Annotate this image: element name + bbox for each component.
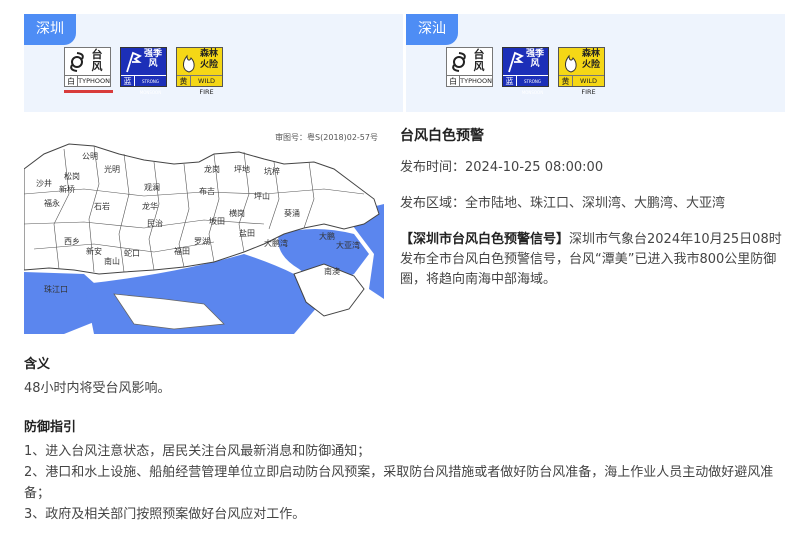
- guide-heading: 防御指引: [24, 420, 77, 435]
- icon-en: STRONG MONSOON: [521, 79, 544, 95]
- warning-icons: 台风 白 TYPHOON 强季风 蓝 STRONG MONSOON 森林火险 黄 WI…: [64, 47, 223, 96]
- typhoon-white-icon[interactable]: 台风 白 TYPHOON: [446, 47, 493, 87]
- guide-item: 1、进入台风注意状态，居民关注台风最新消息和防御通知；: [24, 444, 371, 459]
- icon-en: TYPHOON: [460, 77, 492, 85]
- publish-area-label: 发布区域：: [400, 196, 466, 211]
- warning-detail: 台风白色预警 发布时间：2024-10-25 08:00:00 发布区域：全市陆…: [400, 126, 788, 290]
- svg-text:松岗: 松岗: [64, 171, 80, 181]
- guide-item: 3、政府及相关部门按照预案做好台风应对工作。: [24, 507, 306, 522]
- icon-label: 强季风: [525, 49, 544, 69]
- icon-en: WILD FIRE: [198, 77, 215, 96]
- icon-label: 台风: [473, 48, 485, 73]
- svg-text:坑梓: 坑梓: [264, 166, 280, 176]
- region-panel-shenzhen: 深圳 台风 白 TYPHOON 强季风 蓝 STRONG MONSOON 森林火险 …: [24, 14, 403, 112]
- svg-text:盐田: 盐田: [239, 228, 255, 238]
- svg-text:布吉: 布吉: [199, 186, 215, 196]
- wind-flag-icon: [508, 51, 524, 73]
- svg-text:大亚湾: 大亚湾: [336, 240, 360, 250]
- svg-text:观澜: 观澜: [144, 183, 160, 192]
- svg-text:蛇口: 蛇口: [124, 248, 140, 258]
- icon-level: 白: [65, 76, 79, 86]
- svg-text:大鹏: 大鹏: [319, 231, 335, 241]
- icon-en: WILD FIRE: [580, 77, 597, 96]
- meaning-heading: 含义: [24, 357, 51, 372]
- warning-title: 台风白色预警: [400, 128, 484, 144]
- publish-area-row: 发布区域：全市陆地、珠江口、深圳湾、大鹏湾、大亚湾: [400, 194, 788, 214]
- meaning-section: 含义 48小时内将受台风影响。: [24, 354, 784, 399]
- guide-item: 2、港口和水上设施、船舶经营管理单位立即启动防台风预案，采取防台风措施或者做好防…: [24, 465, 774, 501]
- publish-area-value: 全市陆地、珠江口、深圳湾、大鹏湾、大亚湾: [465, 196, 726, 211]
- svg-text:罗湖: 罗湖: [194, 237, 210, 246]
- svg-text:光明: 光明: [104, 164, 120, 174]
- publish-time-label: 发布时间：: [400, 160, 466, 175]
- typhoon-spiral-icon: [452, 52, 466, 72]
- icon-label: 森林火险: [581, 49, 600, 70]
- svg-text:石岩: 石岩: [94, 201, 110, 211]
- flame-icon: [183, 54, 195, 73]
- meaning-text: 48小时内将受台风影响。: [24, 381, 171, 396]
- svg-text:龙华: 龙华: [142, 201, 158, 211]
- icon-en: TYPHOON: [78, 77, 110, 85]
- icon-label: 森林火险: [199, 49, 218, 70]
- shenzhen-map: 公明光明 沙井松岗 新桥福永 石岩观澜 龙华民治 西乡新安 南山蛇口 福田罗湖 …: [24, 143, 384, 334]
- warning-area-map[interactable]: 公明 光明 沙井 松岗 新桥 福永 石岩 观澜 龙华 民治 西乡 新安 南山 蛇口 福田 罗湖 …: [24, 124, 384, 334]
- active-icon-underline: [64, 90, 113, 93]
- svg-text:沙井: 沙井: [36, 178, 52, 188]
- svg-text:横岗: 横岗: [229, 208, 245, 218]
- forest-fire-yellow-icon[interactable]: 森林火险 黄 WILD FIRE: [558, 47, 605, 96]
- svg-text:葵涌: 葵涌: [284, 208, 300, 218]
- icon-level: 白: [447, 76, 461, 86]
- svg-text:新安: 新安: [86, 246, 102, 256]
- flame-icon: [565, 54, 577, 73]
- guide-section: 防御指引 1、进入台风注意状态，居民关注台风最新消息和防御通知； 2、港口和水上…: [24, 417, 784, 525]
- svg-text:南澳: 南澳: [324, 266, 340, 276]
- svg-text:坂田: 坂田: [209, 216, 225, 226]
- svg-text:珠江口: 珠江口: [44, 284, 68, 294]
- icon-level: 蓝: [121, 76, 135, 86]
- typhoon-white-icon[interactable]: 台风 白 TYPHOON: [64, 47, 111, 87]
- wind-flag-icon: [126, 51, 142, 73]
- svg-text:福田: 福田: [174, 247, 190, 256]
- warning-icons: 台风 白 TYPHOON 强季风 蓝 STRONG MONSOON 森林火险 黄 WI…: [446, 47, 605, 96]
- icon-label: 强季风: [143, 49, 162, 69]
- icon-label: 台风: [91, 48, 103, 73]
- svg-text:坪山: 坪山: [254, 191, 270, 201]
- strong-monsoon-blue-icon[interactable]: 强季风 蓝 STRONG MONSOON: [120, 47, 167, 95]
- map-approval-number: 审图号：粤S(2018)02-57号: [275, 133, 378, 142]
- typhoon-spiral-icon: [70, 52, 84, 72]
- svg-text:龙岗: 龙岗: [204, 164, 220, 174]
- svg-text:福永: 福永: [44, 198, 60, 208]
- publish-time-value: 2024-10-25 08:00:00: [465, 160, 604, 175]
- svg-text:民治: 民治: [147, 218, 163, 228]
- svg-text:大鹏湾: 大鹏湾: [264, 238, 288, 248]
- icon-level: 黄: [177, 76, 191, 86]
- svg-text:公明: 公明: [82, 152, 98, 161]
- region-tag-shenshan[interactable]: 深汕: [406, 14, 458, 45]
- publish-time-row: 发布时间：2024-10-25 08:00:00: [400, 158, 788, 178]
- region-panel-shenshan: 深汕 台风 白 TYPHOON 强季风 蓝 STRONG MONSOON 森林火险 …: [406, 14, 785, 112]
- svg-text:南山: 南山: [104, 256, 120, 266]
- icon-en: STRONG MONSOON: [139, 79, 162, 95]
- svg-text:坪地: 坪地: [234, 164, 250, 174]
- forest-fire-yellow-icon[interactable]: 森林火险 黄 WILD FIRE: [176, 47, 223, 96]
- icon-level: 蓝: [503, 76, 517, 86]
- warning-signal-name: 【深圳市台风白色预警信号】: [400, 232, 570, 247]
- warning-description: 【深圳市台风白色预警信号】深圳市气象台2024年10月25日08时发布全市台风白…: [400, 230, 788, 290]
- region-tag-shenzhen[interactable]: 深圳: [24, 14, 76, 45]
- svg-text:西乡: 西乡: [64, 237, 80, 246]
- strong-monsoon-blue-icon[interactable]: 强季风 蓝 STRONG MONSOON: [502, 47, 549, 95]
- svg-text:新桥: 新桥: [59, 184, 75, 194]
- icon-level: 黄: [559, 76, 573, 86]
